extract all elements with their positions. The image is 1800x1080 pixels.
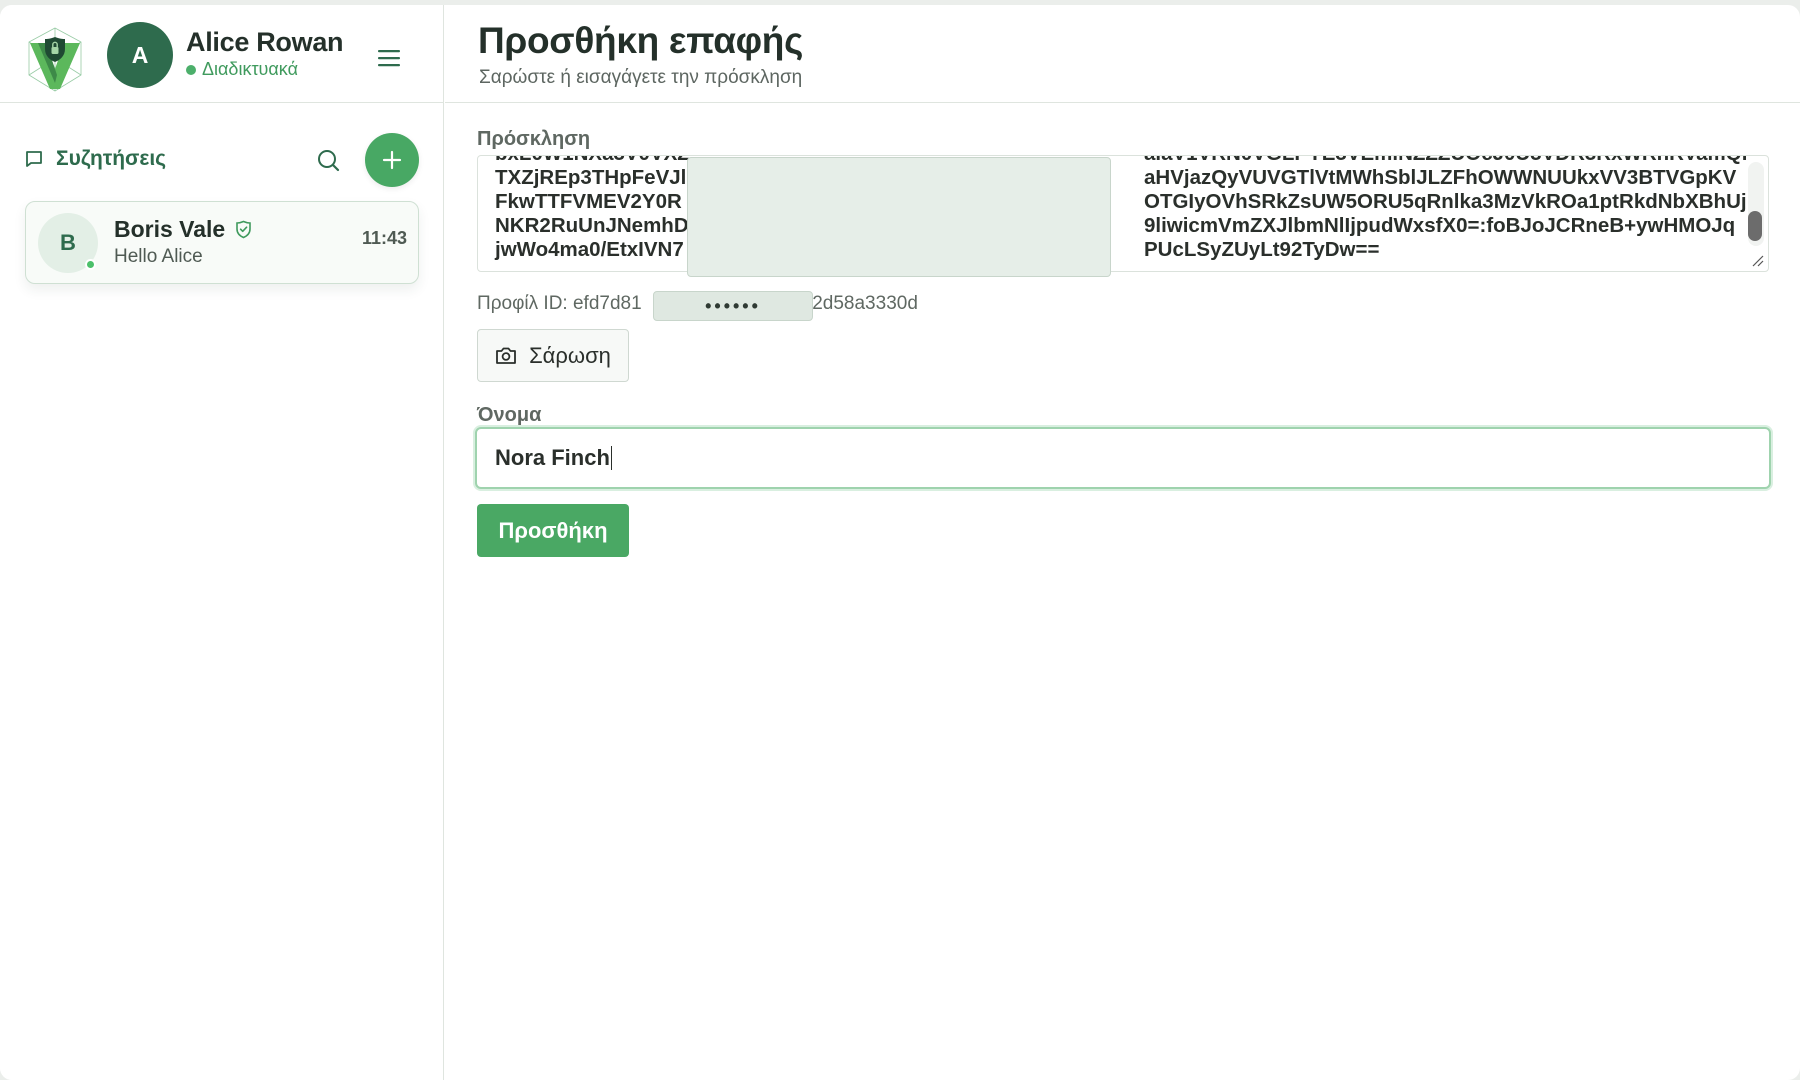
contact-online-indicator — [85, 259, 96, 270]
page-subtitle: Σαρώστε ή εισαγάγετε την πρόσκληση — [479, 67, 803, 88]
invite-text-right: aiaV1VRN0VGLPYE3VEmlNZZZUOcJ0U3VDR3RxWRn… — [1144, 156, 1747, 262]
chat-bubble-icon — [26, 151, 42, 167]
conversations-header: Συζητήσεις — [24, 133, 420, 189]
conversations-title: Συζητήσεις — [24, 147, 166, 171]
camera-icon — [496, 347, 516, 364]
invite-textarea[interactable]: bxL0W1NXa3V0VXZTXZjREp3THpFeVJlFkwTTFVME… — [477, 155, 1769, 272]
user-name: Alice Rowan — [186, 27, 344, 57]
redaction-overlay — [687, 157, 1111, 277]
app-logo-icon — [28, 27, 82, 92]
invite-line: PUcLSyZUyLt92TyDw== — [1144, 238, 1380, 261]
scrollbar-thumb[interactable] — [1748, 211, 1762, 241]
sidebar-header: A Alice Rowan Διαδικτυακά — [0, 5, 444, 103]
hamburger-menu-icon[interactable] — [374, 45, 404, 71]
text-caret — [610, 446, 613, 470]
name-label: Όνομα — [477, 404, 542, 426]
scan-button-label: Σάρωση — [529, 342, 611, 368]
name-field-value: Nora Finch — [495, 445, 610, 470]
contact-name: Boris Vale — [114, 216, 226, 242]
user-status-text: Διαδικτυακά — [202, 59, 298, 79]
profile-id-mask: •••••• — [653, 291, 813, 321]
invite-line: aiaV1VRN0VGLPYE3VEmlNZZZUOcJ0U3VDR3RxWRn… — [1144, 156, 1747, 166]
shield-check-icon — [236, 220, 252, 239]
main-panel: Προσθήκη επαφής Σαρώστε ή εισαγάγετε την… — [445, 5, 1800, 1080]
search-icon[interactable] — [314, 146, 344, 176]
last-message: Hello Alice — [114, 246, 203, 267]
name-field[interactable]: Nora Finch — [475, 427, 1771, 489]
profile-id-suffix: 32d58a3330d — [801, 293, 918, 314]
invite-line: OTGIyOVhSRkZsUW5ORU5qRnlka3MzVkROa1ptRkd… — [1144, 190, 1747, 213]
page-title: Προσθήκη επαφής — [478, 20, 804, 61]
online-status-dot — [186, 64, 196, 75]
app-window: A Alice Rowan Διαδικτυακά Συζητήσεις B B… — [0, 5, 1800, 1080]
scan-button[interactable]: Σάρωση — [477, 329, 629, 382]
main-header: Προσθήκη επαφής Σαρώστε ή εισαγάγετε την… — [445, 5, 1800, 103]
new-conversation-button[interactable] — [365, 133, 419, 187]
invite-line: 9liwicmVmZXJlbmNlIjpudWxsfX0=:foBJoJCRne… — [1144, 214, 1736, 237]
user-status: Διαδικτυακά — [186, 59, 298, 80]
add-contact-button[interactable]: Προσθήκη — [477, 504, 629, 557]
conversations-title-text: Συζητήσεις — [56, 147, 167, 170]
sidebar: A Alice Rowan Διαδικτυακά Συζητήσεις B B… — [0, 5, 444, 1080]
profile-id-prefix: Προφίλ ID: efd7d81 — [477, 293, 642, 314]
plus-icon — [382, 150, 402, 170]
user-avatar[interactable]: A — [107, 22, 173, 88]
invite-label: Πρόσκληση — [477, 128, 591, 150]
message-time: 11:43 — [361, 228, 407, 248]
invite-line: aHVjazQyVUVGTlVtMWhSblJLZFhOWWNUUkxVV3BT… — [1144, 166, 1737, 189]
conversation-item[interactable]: B Boris Vale Hello Alice 11:43 — [25, 201, 419, 284]
contact-name-row: Boris Vale — [114, 216, 252, 243]
resize-grip-icon[interactable] — [1750, 253, 1764, 267]
